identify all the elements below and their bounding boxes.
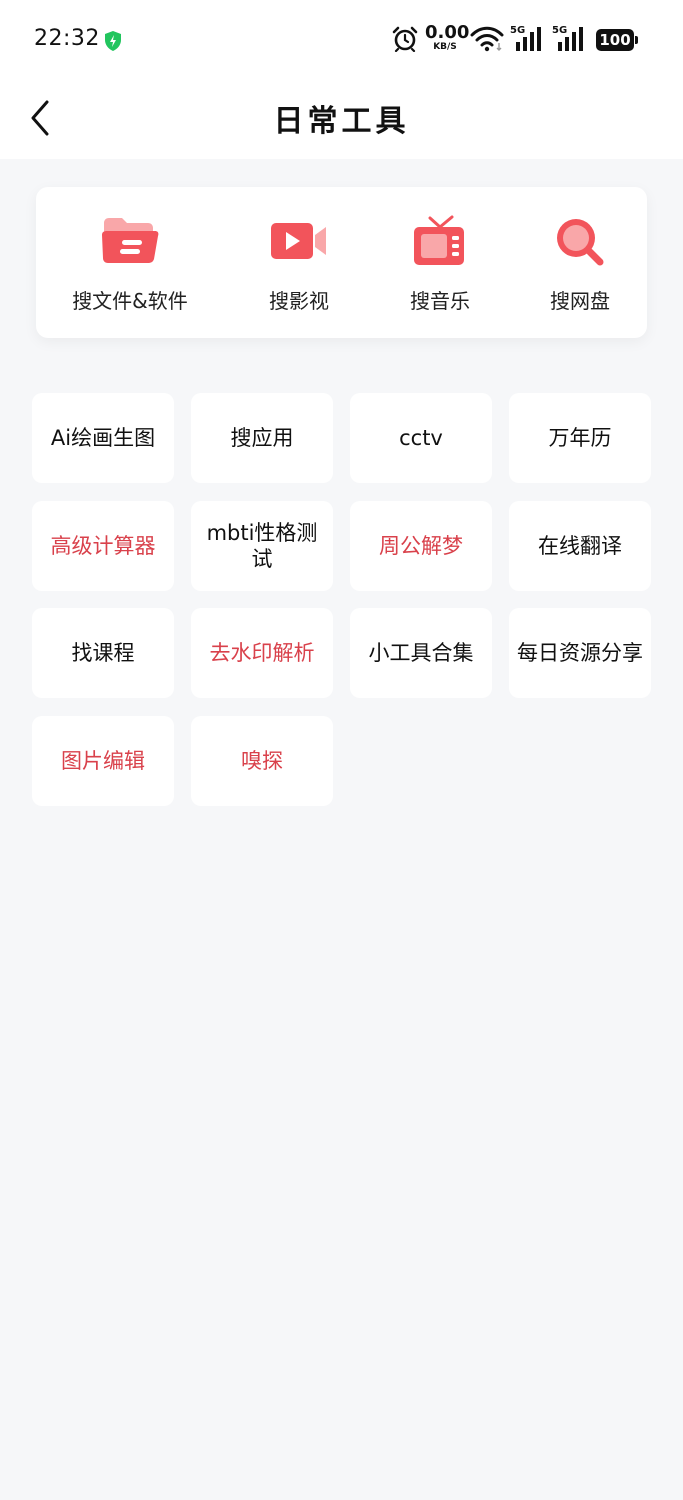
battery-indicator: 100 [596,29,638,51]
page-header: 日常工具 [0,78,683,159]
quick-search-music[interactable]: 搜音乐 [380,187,500,338]
quick-search-videos[interactable]: 搜影视 [239,187,359,338]
cellular-signal-2: 5G [552,25,588,53]
wifi-icon [470,26,504,52]
tool-cctv[interactable]: cctv [350,393,492,483]
network-speed-unit: KB/S [433,42,457,52]
network-speed: 0.00 KB/S [425,22,470,52]
page-title: 日常工具 [273,104,410,139]
signal-bars-icon [558,27,583,51]
folder-icon [102,218,159,263]
status-time: 22:32 [34,26,100,51]
network-speed-value: 0.00 [425,22,470,43]
tool-online-translate[interactable]: 在线翻译 [509,501,651,591]
video-camera-icon [271,223,326,259]
quick-search-videos-label: 搜影视 [269,289,329,313]
quick-search-netdisk-label: 搜网盘 [550,289,610,313]
tool-advanced-calculator[interactable]: 高级计算器 [32,501,174,591]
quick-search-netdisk[interactable]: 搜网盘 [520,187,640,338]
tool-dream-interpretation[interactable]: 周公解梦 [350,501,492,591]
tool-watermark-removal[interactable]: 去水印解析 [191,608,333,698]
alarm-clock-icon [392,26,418,52]
security-shield-icon [105,31,121,51]
tool-sniffer[interactable]: 嗅探 [191,716,333,806]
quick-search-card: 搜文件&软件 搜影视 搜音乐 搜网盘 [36,187,647,338]
signal-bars-icon [516,27,541,51]
tool-daily-resources[interactable]: 每日资源分享 [509,608,651,698]
magnifier-icon [557,219,604,266]
tool-search-apps[interactable]: 搜应用 [191,393,333,483]
tool-ai-painting[interactable]: Ai绘画生图 [32,393,174,483]
cellular-signal-1: 5G [510,25,546,53]
quick-search-music-label: 搜音乐 [410,289,470,313]
quick-search-files[interactable]: 搜文件&软件 [60,187,200,338]
tool-calendar[interactable]: 万年历 [509,393,651,483]
radio-icon [414,215,464,265]
quick-search-files-label: 搜文件&软件 [72,289,188,313]
tool-image-edit[interactable]: 图片编辑 [32,716,174,806]
status-bar: 22:32 0.00 KB/S 5G 5G 100 [0,0,683,78]
tool-small-tools-collection[interactable]: 小工具合集 [350,608,492,698]
tool-find-courses[interactable]: 找课程 [32,608,174,698]
tool-mbti-test[interactable]: mbti性格测试 [191,501,333,591]
